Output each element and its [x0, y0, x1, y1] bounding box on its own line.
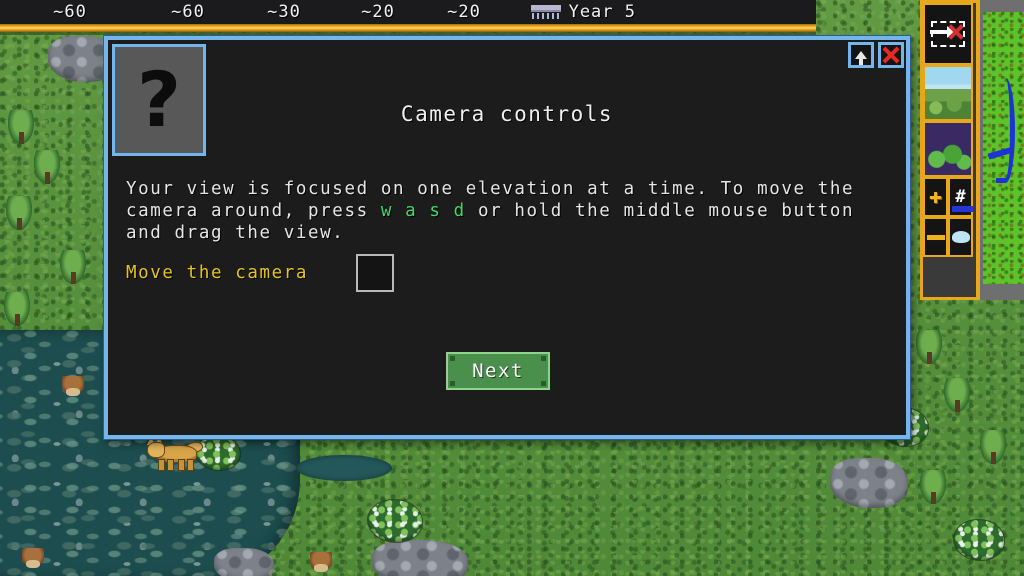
task-label: Move the camera	[126, 263, 309, 283]
hash-grid-icon: #	[955, 186, 966, 207]
fox-leg	[167, 459, 174, 471]
resource-counter-3[interactable]: ~30	[236, 2, 332, 22]
fox-creature[interactable]	[145, 437, 205, 471]
resource-counter-2[interactable]: ~60	[140, 2, 236, 22]
resource-counter-5[interactable]: ~20	[424, 2, 504, 22]
tree	[34, 150, 60, 184]
small-pond	[296, 455, 392, 481]
cancel-selection-button[interactable]	[923, 3, 973, 65]
tool-button-column: ✚ #	[920, 0, 976, 300]
fox-leg	[158, 459, 165, 471]
topbar-divider-shadow	[0, 32, 816, 35]
rock-formation	[372, 540, 468, 576]
grid-active-indicator	[952, 206, 973, 212]
rain-cloud-icon	[530, 5, 561, 19]
rain-drops	[531, 13, 560, 19]
next-button-label: Next	[472, 360, 524, 382]
x-shape	[948, 24, 964, 40]
arrow-right-shape	[930, 26, 954, 38]
critter[interactable]	[62, 376, 84, 396]
tree	[60, 250, 86, 284]
plus-icon: ✚	[928, 184, 943, 209]
tree	[920, 470, 946, 504]
dialog-window-controls	[848, 42, 904, 68]
critter[interactable]	[22, 548, 44, 568]
top-status-bar: ~60 ~60 ~30 ~20 ~20 Year 5	[0, 0, 816, 25]
arrow-x-icon	[930, 21, 965, 47]
button-corner	[541, 381, 546, 386]
right-side-panel: ✚ #	[920, 0, 1024, 300]
tree	[944, 378, 970, 412]
rock-formation	[830, 458, 908, 508]
cloud-icon	[951, 231, 970, 243]
zoom-out-button[interactable]	[923, 217, 948, 257]
forest-view-button[interactable]	[923, 121, 973, 177]
button-corner	[450, 381, 455, 386]
button-corner	[450, 356, 455, 361]
minus-icon	[926, 234, 945, 240]
game-screen: ~60 ~60 ~30 ~20 ~20 Year 5 ✚ # ? Camera …	[0, 0, 1024, 576]
bush	[954, 520, 1004, 560]
minimap[interactable]	[976, 0, 1024, 300]
bush	[368, 500, 422, 542]
water-layer-button[interactable]	[948, 217, 973, 257]
fox-leg	[178, 459, 185, 471]
tutorial-task-row: Move the camera	[126, 254, 395, 292]
dialog-body-text: Your view is focused on one elevation at…	[126, 178, 888, 244]
fox-head	[147, 442, 165, 458]
terrain-view-button[interactable]	[923, 65, 973, 121]
pin-dialog-button[interactable]	[848, 42, 874, 68]
minimap-river	[996, 78, 1015, 183]
button-corner	[541, 356, 546, 361]
topbar-gold-divider	[0, 24, 816, 32]
tree	[980, 430, 1006, 464]
fox-leg	[187, 459, 194, 471]
year-label: Year 5	[568, 2, 636, 22]
help-question-icon: ?	[112, 44, 206, 156]
tree	[6, 196, 32, 230]
rock-formation	[214, 548, 274, 576]
close-x-icon	[882, 46, 900, 64]
tree	[8, 110, 34, 144]
tree	[916, 330, 942, 364]
resource-counter-4[interactable]: ~20	[332, 2, 424, 22]
close-dialog-button[interactable]	[878, 42, 904, 68]
zoom-in-button[interactable]: ✚	[923, 177, 948, 217]
next-button[interactable]: Next	[446, 352, 550, 390]
critter[interactable]	[310, 552, 332, 572]
grid-toggle-button[interactable]: #	[948, 177, 973, 217]
dialog-title: Camera controls	[400, 102, 614, 126]
resource-counter-1[interactable]: ~60	[0, 2, 140, 22]
task-checkbox[interactable]	[356, 254, 395, 292]
keyboard-keys-wasd: w a s d	[380, 201, 466, 221]
tree	[4, 292, 30, 326]
up-arrow-icon	[855, 51, 867, 65]
cloud-shape	[530, 5, 561, 12]
tutorial-dialog: ? Camera controls Your view is focused o…	[104, 36, 910, 439]
